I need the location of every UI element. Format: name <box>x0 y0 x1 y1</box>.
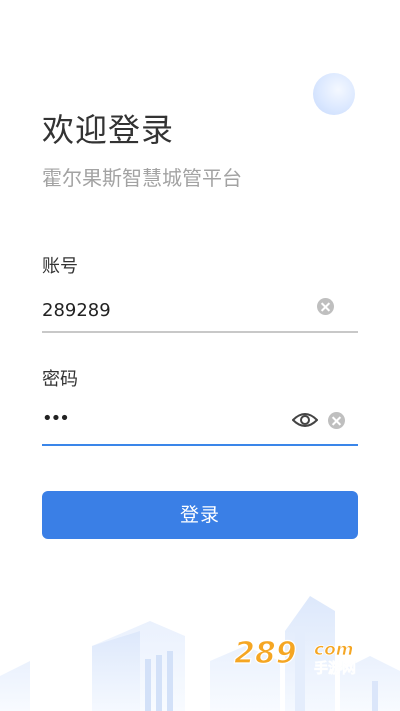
login-button[interactable]: 登录 <box>42 491 358 539</box>
svg-text:手游网: 手游网 <box>314 660 356 677</box>
account-label: 账号 <box>42 256 78 277</box>
page-subtitle: 霍尔果斯智慧城管平台 <box>42 166 242 190</box>
watermark-logo: 289 com 手游网 <box>233 635 356 677</box>
login-screen: 欢迎登录 霍尔果斯智慧城管平台 账号 密码 ••• 登录 <box>0 0 400 711</box>
account-input[interactable] <box>42 295 282 325</box>
clear-icon[interactable] <box>317 298 334 315</box>
svg-text:com: com <box>314 640 353 660</box>
clear-icon[interactable] <box>328 412 345 429</box>
eye-icon[interactable] <box>292 410 318 430</box>
account-field <box>42 287 358 333</box>
svg-text:289: 289 <box>234 636 297 671</box>
password-input[interactable]: ••• <box>42 408 282 438</box>
password-label: 密码 <box>42 369 78 390</box>
password-field: ••• <box>42 400 358 446</box>
decorative-circle <box>313 73 355 115</box>
page-title: 欢迎登录 <box>42 111 175 149</box>
